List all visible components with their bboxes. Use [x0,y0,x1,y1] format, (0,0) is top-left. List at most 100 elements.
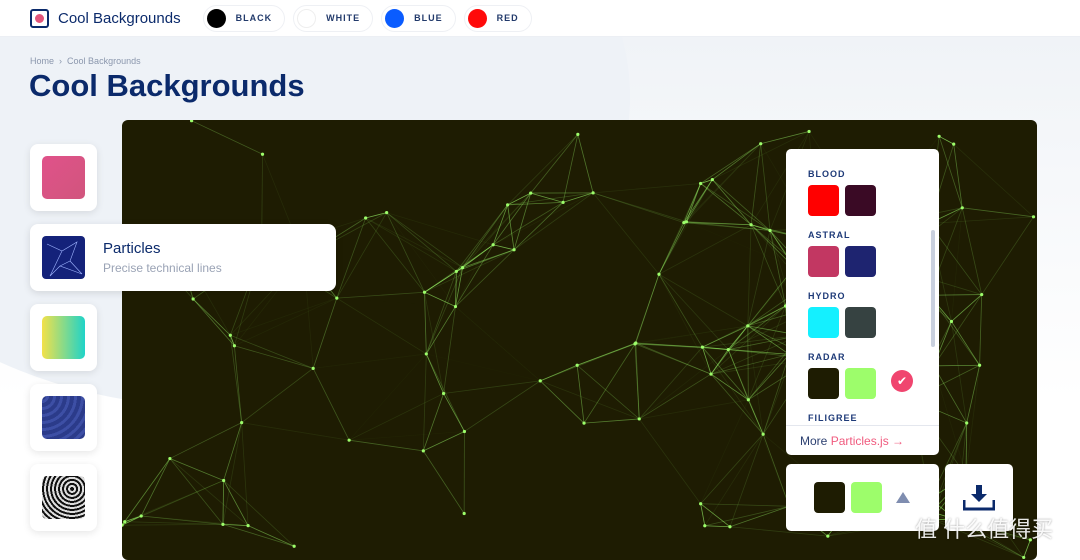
particle-link [224,480,248,525]
particle-link [954,144,1034,217]
particle-link [426,354,464,432]
breadcrumb-home[interactable]: Home [30,56,54,66]
style-thumb-waves-navy[interactable] [30,384,97,451]
particle [634,341,637,344]
palette-blood[interactable]: BLOOD [808,169,882,216]
particle-link [455,307,540,381]
particle [222,479,225,482]
particle [529,191,532,194]
breadcrumb-current: Cool Backgrounds [67,56,141,66]
particle-link [730,434,763,527]
particle-link [962,208,1033,217]
particle [727,348,730,351]
swatch[interactable] [808,307,839,338]
label: RADAR [808,352,882,362]
particle [591,191,594,194]
particle-link [980,295,982,366]
particle-link [508,134,578,204]
particle [746,324,749,327]
style-thumb-gradient-pink[interactable] [30,144,97,211]
style-thumb-spiral-bw[interactable] [30,464,97,531]
particle-link [701,400,749,504]
particle-link [761,131,809,143]
particle [576,133,579,136]
style-item-particles[interactable]: ParticlesPrecise technical lines [30,224,336,291]
label: RED [497,13,519,23]
particle [807,130,810,133]
particle-link [313,298,337,368]
more-particles-link[interactable]: More Particles.js → [786,425,939,455]
particle-link [701,504,790,506]
particle-link [593,183,701,192]
particle [422,449,425,452]
particle-link [705,434,763,526]
particle-link [387,213,425,293]
particle-link [366,218,425,292]
particle-link [712,180,770,231]
particle [699,182,702,185]
swatch[interactable] [845,368,876,399]
particle [492,243,495,246]
particle-link [639,419,700,504]
palette-scrollbar[interactable] [931,230,935,347]
particle-link [540,381,639,419]
particle-link [636,274,659,343]
style-thumb-gradient-yellow-teal[interactable] [30,304,97,371]
particle [461,266,464,269]
swatch[interactable] [808,185,839,216]
particle-link [242,423,248,526]
color-red-button[interactable]: RED [464,5,532,32]
particle-link [387,213,457,272]
particle [261,153,264,156]
current-line-swatch [851,482,882,513]
particle-link [493,245,514,250]
particle-link [636,326,748,343]
label: BLUE [414,13,443,23]
particle-link [426,268,462,354]
particle-link [349,431,464,440]
palette-hydro[interactable]: HYDRO [808,291,882,338]
particle [1032,215,1035,218]
particle-link [242,368,314,422]
particle [582,422,585,425]
particle [1022,556,1025,559]
particle-link [366,213,387,218]
particle [425,352,428,355]
particle [512,248,515,251]
particle [192,297,195,300]
particle-link [337,218,366,298]
particle-link [337,292,425,298]
swatch[interactable] [845,307,876,338]
particle [454,305,457,308]
particle-link [593,193,659,274]
particle-link [444,393,465,431]
palette-radar[interactable]: RADAR [808,352,882,399]
swatch[interactable] [845,246,876,277]
color-white-button[interactable]: WHITE [293,5,373,32]
swatch[interactable] [808,368,839,399]
particles-thumb-icon [42,236,85,279]
color-blue-button[interactable]: BLUE [381,5,456,32]
particle-link [712,180,751,225]
particle [961,206,964,209]
caret-up-icon[interactable] [896,492,910,503]
palette-filigree[interactable]: FILIGREE [808,413,858,423]
particle-link [929,217,1033,224]
particle [246,524,249,527]
swatch[interactable] [845,185,876,216]
particles-link[interactable]: Particles.js → [831,434,904,448]
particle [463,430,466,433]
swatch[interactable] [808,246,839,277]
particle-link [584,419,639,423]
brand-name[interactable]: Cool Backgrounds [58,10,181,27]
particle-link [578,134,593,192]
particle-link [701,144,761,184]
particle-link [686,144,760,222]
particle-link [455,205,507,307]
palette-astral[interactable]: ASTRAL [808,230,882,277]
label: BLACK [236,13,273,23]
style-title: Particles [103,240,222,257]
particle [938,135,941,138]
color-black-button[interactable]: BLACK [203,5,286,32]
logo-icon[interactable] [30,9,49,28]
